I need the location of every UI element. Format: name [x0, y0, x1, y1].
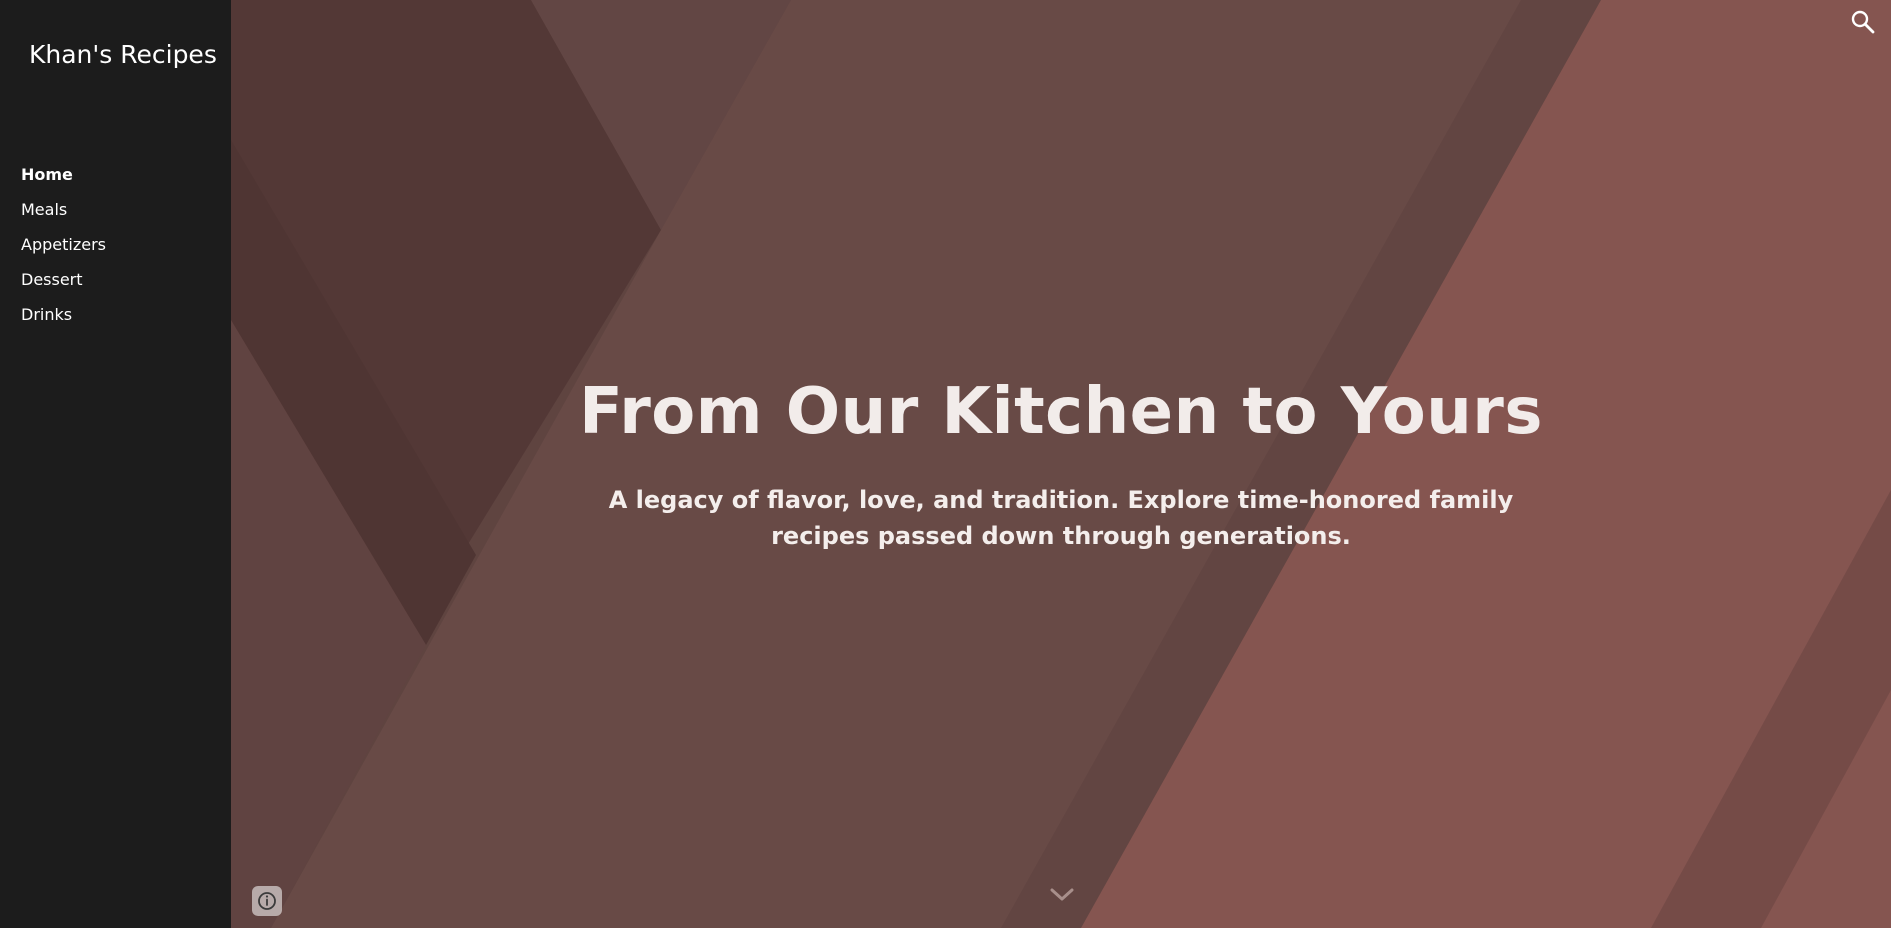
- hero-title: From Our Kitchen to Yours: [579, 375, 1543, 449]
- hero-banner: From Our Kitchen to Yours A legacy of fl…: [231, 0, 1891, 928]
- site-title[interactable]: Khan's Recipes: [29, 38, 219, 71]
- nav-item-home[interactable]: Home: [21, 162, 106, 197]
- info-icon: [258, 892, 276, 910]
- nav-item-appetizers[interactable]: Appetizers: [21, 232, 106, 267]
- search-icon: [1851, 10, 1875, 34]
- sidebar: Khan's Recipes Home Meals Appetizers Des…: [0, 0, 231, 928]
- chevron-down-icon: [1050, 888, 1074, 901]
- scroll-down-button[interactable]: [1047, 880, 1077, 910]
- hero-text: From Our Kitchen to Yours A legacy of fl…: [561, 370, 1561, 554]
- hero-subtitle: A legacy of flavor, love, and tradition.…: [608, 486, 1514, 550]
- nav-item-drinks[interactable]: Drinks: [21, 302, 106, 337]
- nav-item-dessert[interactable]: Dessert: [21, 267, 106, 302]
- search-button[interactable]: [1846, 5, 1880, 39]
- info-button[interactable]: [252, 886, 282, 916]
- nav-item-meals[interactable]: Meals: [21, 197, 106, 232]
- sidebar-nav: Home Meals Appetizers Dessert Drinks: [21, 162, 106, 337]
